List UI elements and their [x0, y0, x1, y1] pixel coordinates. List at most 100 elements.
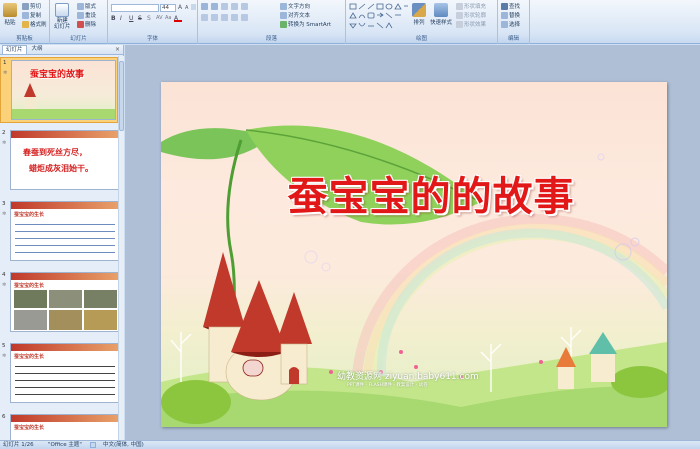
slide-thumbnail-2[interactable]: 2 ✲ 春蚕到死丝方尽， 蜡炬成灰泪始干。: [0, 128, 118, 194]
reset-button[interactable]: 重设: [77, 11, 96, 19]
find-label: 查找: [509, 4, 521, 10]
current-slide[interactable]: 蚕宝宝的的故事 幼教资源网 ziyuan.baby611.com PPT课件 ·…: [161, 82, 667, 427]
font-color-icon[interactable]: A: [174, 15, 182, 22]
text-direction-button[interactable]: 文字方向: [280, 2, 310, 10]
replace-icon: [501, 11, 508, 19]
quick-styles-icon: [434, 3, 448, 17]
cut-button[interactable]: 剪切: [22, 2, 41, 10]
thumb-photo-4: [14, 310, 47, 330]
arrange-button[interactable]: 排列: [412, 3, 426, 26]
ribbon: 粘贴 剪切 复制 格式刷 剪贴板 新建 幻灯片 版式 重设 删除 幻灯片 44 …: [0, 0, 700, 44]
format-painter-button[interactable]: 格式刷: [22, 20, 47, 28]
new-slide-button[interactable]: 新建 幻灯片: [54, 3, 71, 30]
bullets-icon[interactable]: [201, 3, 208, 10]
grow-font-icon[interactable]: A: [178, 4, 182, 11]
bold-icon[interactable]: B: [111, 15, 118, 22]
italic-icon[interactable]: I: [120, 15, 127, 22]
shrink-font-icon[interactable]: A: [185, 5, 188, 11]
columns-icon[interactable]: [241, 14, 248, 21]
spellcheck-icon[interactable]: [90, 442, 96, 448]
scrollbar-thumb[interactable]: [119, 61, 124, 131]
slide-thumbnail-3[interactable]: 3 ✲ 蚕宝宝的生长: [0, 199, 118, 265]
align-text-icon: [280, 11, 287, 19]
font-group-label: 字体: [108, 35, 197, 43]
slide-thumbnail-4[interactable]: 4 ✲ 蚕宝宝的生长: [0, 270, 118, 336]
slide-thumbnail-6[interactable]: 6 蚕宝宝的生长: [0, 412, 118, 440]
justify-icon[interactable]: [231, 14, 238, 21]
shape-fill-label: 形状填充: [464, 4, 487, 10]
text-direction-label: 文字方向: [288, 4, 311, 10]
paste-button[interactable]: 粘贴: [3, 3, 17, 26]
reset-label: 重设: [85, 13, 97, 19]
shape-outline-button[interactable]: 形状轮廓: [456, 11, 486, 19]
binoculars-icon: [501, 2, 508, 10]
shapes-gallery[interactable]: [349, 3, 409, 31]
tab-slides[interactable]: 幻灯片: [2, 45, 27, 54]
slide-thumbnail-5[interactable]: 5 ✲ 蚕宝宝的生长: [0, 341, 118, 407]
slide-title[interactable]: 蚕宝宝的的故事: [231, 164, 631, 222]
drawing-group-label: 绘图: [346, 35, 497, 43]
tab-outline[interactable]: 大纲: [29, 45, 46, 54]
panel-scrollbar[interactable]: [118, 56, 124, 440]
underline-icon[interactable]: U: [129, 15, 136, 22]
arrange-icon: [412, 3, 426, 17]
line-spacing-icon[interactable]: [241, 3, 248, 10]
paragraph-group: 文字方向 对齐文本 转换为 SmartArt 段落: [198, 0, 346, 44]
increase-indent-icon[interactable]: [231, 3, 238, 10]
shape-effects-button[interactable]: 形状效果: [456, 20, 486, 28]
animation-star-icon: ✲: [3, 70, 8, 76]
animation-star-icon: ✲: [2, 140, 7, 146]
change-case-icon[interactable]: Aa: [165, 15, 172, 22]
thumbnail-image: 蚕宝宝的生长: [10, 272, 118, 332]
clear-format-icon[interactable]: [191, 4, 196, 10]
slide-number: 2: [2, 130, 6, 136]
slide-number: 6: [2, 414, 6, 420]
copy-icon: [22, 11, 29, 19]
align-text-button[interactable]: 对齐文本: [280, 11, 310, 19]
smartart-icon: [280, 20, 287, 28]
thumb-header-bar: [11, 273, 118, 280]
animation-star-icon: ✲: [2, 211, 7, 217]
replace-label: 替换: [509, 13, 521, 19]
select-button[interactable]: 选择: [501, 20, 520, 28]
thumbnail-heading: 蚕宝宝的生长: [14, 212, 45, 218]
language-indicator[interactable]: 中文(简体, 中国): [103, 441, 144, 449]
thumb-header-bar: [11, 131, 118, 138]
replace-button[interactable]: 替换: [501, 11, 520, 19]
font-size-dropdown[interactable]: 44: [160, 4, 176, 12]
close-icon[interactable]: ×: [115, 46, 120, 53]
align-right-icon[interactable]: [221, 14, 228, 21]
cursor-icon: [501, 20, 508, 28]
char-spacing-icon[interactable]: AV: [156, 15, 163, 22]
thumb-text-lines: [15, 362, 115, 400]
layout-button[interactable]: 版式: [77, 2, 96, 10]
align-left-icon[interactable]: [201, 14, 208, 21]
paste-icon: [3, 3, 17, 17]
shadow-icon[interactable]: S: [147, 15, 154, 22]
animation-star-icon: ✲: [2, 282, 7, 288]
strikethrough-icon[interactable]: S: [138, 15, 145, 22]
layout-label: 版式: [85, 4, 97, 10]
shape-fill-button[interactable]: 形状填充: [456, 2, 486, 10]
copy-button[interactable]: 复制: [22, 11, 41, 19]
cut-label: 剪切: [30, 4, 42, 10]
font-name-dropdown[interactable]: [111, 4, 159, 12]
find-button[interactable]: 查找: [501, 2, 520, 10]
thumb-photo-1: [14, 290, 47, 308]
thumbnail-image: 蚕宝宝的生长: [10, 414, 118, 440]
brush-icon: [22, 20, 29, 28]
paragraph-row1: [201, 3, 248, 10]
numbering-icon[interactable]: [211, 3, 218, 10]
font-group: 44 A A B I U S S AV Aa A 字体: [108, 0, 198, 44]
delete-button[interactable]: 删除: [77, 20, 96, 28]
quick-styles-label: 快速样式: [430, 20, 453, 26]
shape-effects-label: 形状效果: [464, 22, 487, 28]
align-center-icon[interactable]: [211, 14, 218, 21]
slide-counter: 幻灯片 1/26: [3, 442, 34, 448]
decrease-indent-icon[interactable]: [221, 3, 228, 10]
slide-thumbnail-1[interactable]: 1 ✲ 蚕宝宝的故事: [0, 57, 118, 123]
thumb-photo-5: [49, 310, 82, 330]
convert-smartart-button[interactable]: 转换为 SmartArt: [280, 20, 331, 28]
thumbnail-image: 蚕宝宝的故事: [11, 60, 116, 120]
quick-styles-button[interactable]: 快速样式: [430, 3, 452, 26]
